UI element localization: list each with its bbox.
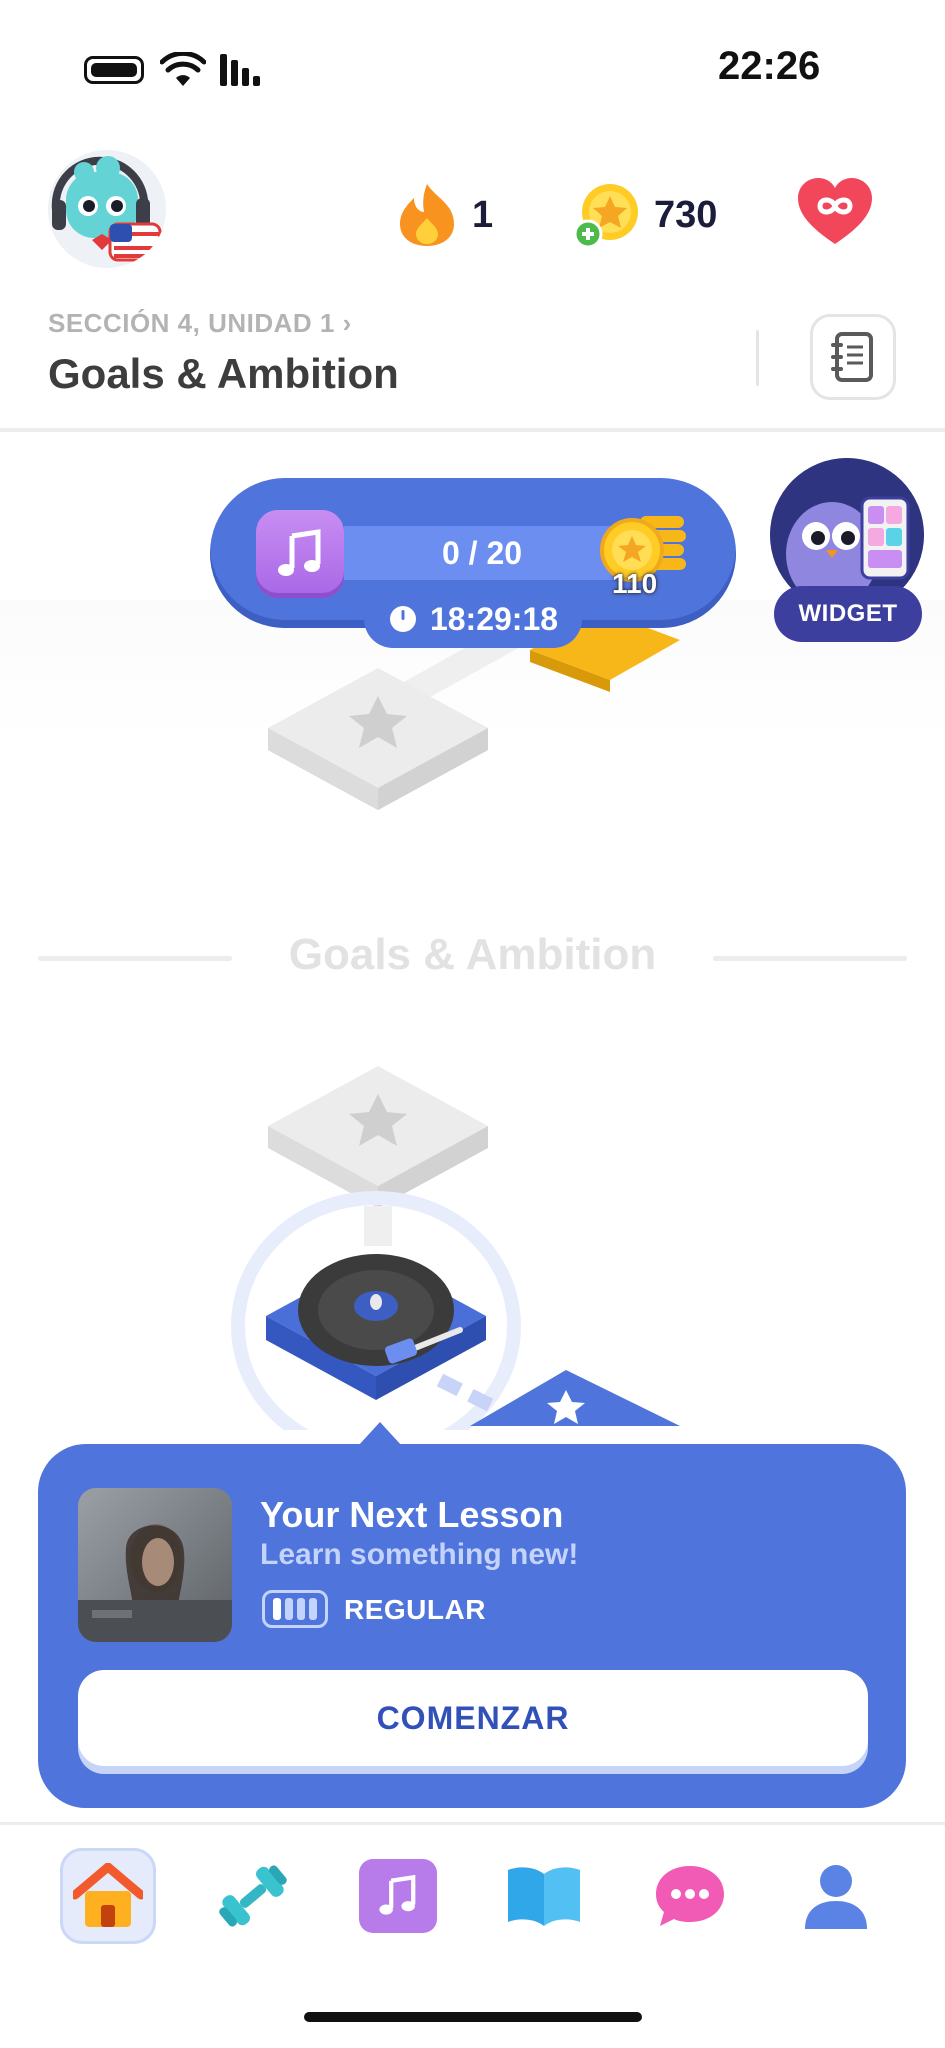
locked-star-tile-1 <box>268 668 488 810</box>
turntable-lesson-node <box>266 1254 486 1400</box>
card-pointer <box>358 1422 402 1446</box>
widget-button[interactable]: WIDGET <box>774 586 922 642</box>
notebook-icon <box>831 332 873 382</box>
lesson-card-title: Your Next Lesson <box>260 1494 564 1535</box>
tab-home[interactable] <box>60 1848 156 1944</box>
signal-icon <box>220 54 260 86</box>
lesson-thumbnail <box>78 1488 232 1642</box>
wifi-icon <box>160 52 206 86</box>
profile-icon <box>805 1865 867 1929</box>
clock-icon <box>389 606 416 632</box>
avatar[interactable] <box>48 150 166 268</box>
unit-divider-line-right <box>713 956 907 961</box>
notebook-button[interactable] <box>810 314 896 400</box>
tab-chat[interactable] <box>642 1848 738 1944</box>
tab-music[interactable] <box>350 1848 446 1944</box>
tabbar-divider <box>0 1822 945 1825</box>
start-lesson-button[interactable]: COMENZAR <box>78 1670 868 1766</box>
music-progress-text: 0 / 20 <box>441 534 523 571</box>
music-note-icon <box>256 510 344 598</box>
timer-pill: 18:29:18 <box>364 590 582 648</box>
unit-divider-title: Goals & Ambition <box>288 930 657 979</box>
music-progress: 0 / 20 <box>344 526 620 580</box>
home-indicator <box>304 2012 642 2022</box>
timer-text: 18:29:18 <box>429 600 559 637</box>
streak-count: 1 <box>472 193 494 236</box>
battery-icon <box>84 56 144 84</box>
unit-title[interactable]: Goals & Ambition <box>48 350 399 398</box>
tab-practice[interactable] <box>205 1848 301 1944</box>
home-icon <box>73 1863 143 1927</box>
locked-star-tile-2 <box>268 1066 488 1208</box>
lesson-card-subtitle: Learn something new! <box>260 1538 579 1571</box>
coins-count: 730 <box>654 193 718 236</box>
chat-icon <box>656 1866 724 1926</box>
section-label[interactable]: SECCIÓN 4, UNIDAD 1 › <box>48 308 352 339</box>
level-bars-icon <box>262 1590 328 1628</box>
tab-profile[interactable] <box>788 1848 884 1944</box>
book-icon <box>508 1867 580 1926</box>
streak-counter[interactable]: 1 <box>396 180 493 250</box>
lesson-image <box>78 1488 232 1642</box>
coins-counter[interactable]: 730 <box>574 180 717 250</box>
reward-count: 110 <box>612 568 658 599</box>
header-separator <box>756 330 759 386</box>
tab-stories[interactable] <box>496 1848 592 1944</box>
heart-infinity-icon[interactable] <box>796 176 874 246</box>
dumbbell-icon <box>219 1865 287 1927</box>
level-label: REGULAR <box>344 1594 486 1625</box>
music-icon <box>359 1859 437 1933</box>
status-time: 22:26 <box>718 44 821 88</box>
coin-plus-icon <box>574 184 638 248</box>
unit-divider-line-left <box>38 956 232 961</box>
flame-icon <box>400 184 454 246</box>
robot-mascot-icon <box>48 150 166 268</box>
